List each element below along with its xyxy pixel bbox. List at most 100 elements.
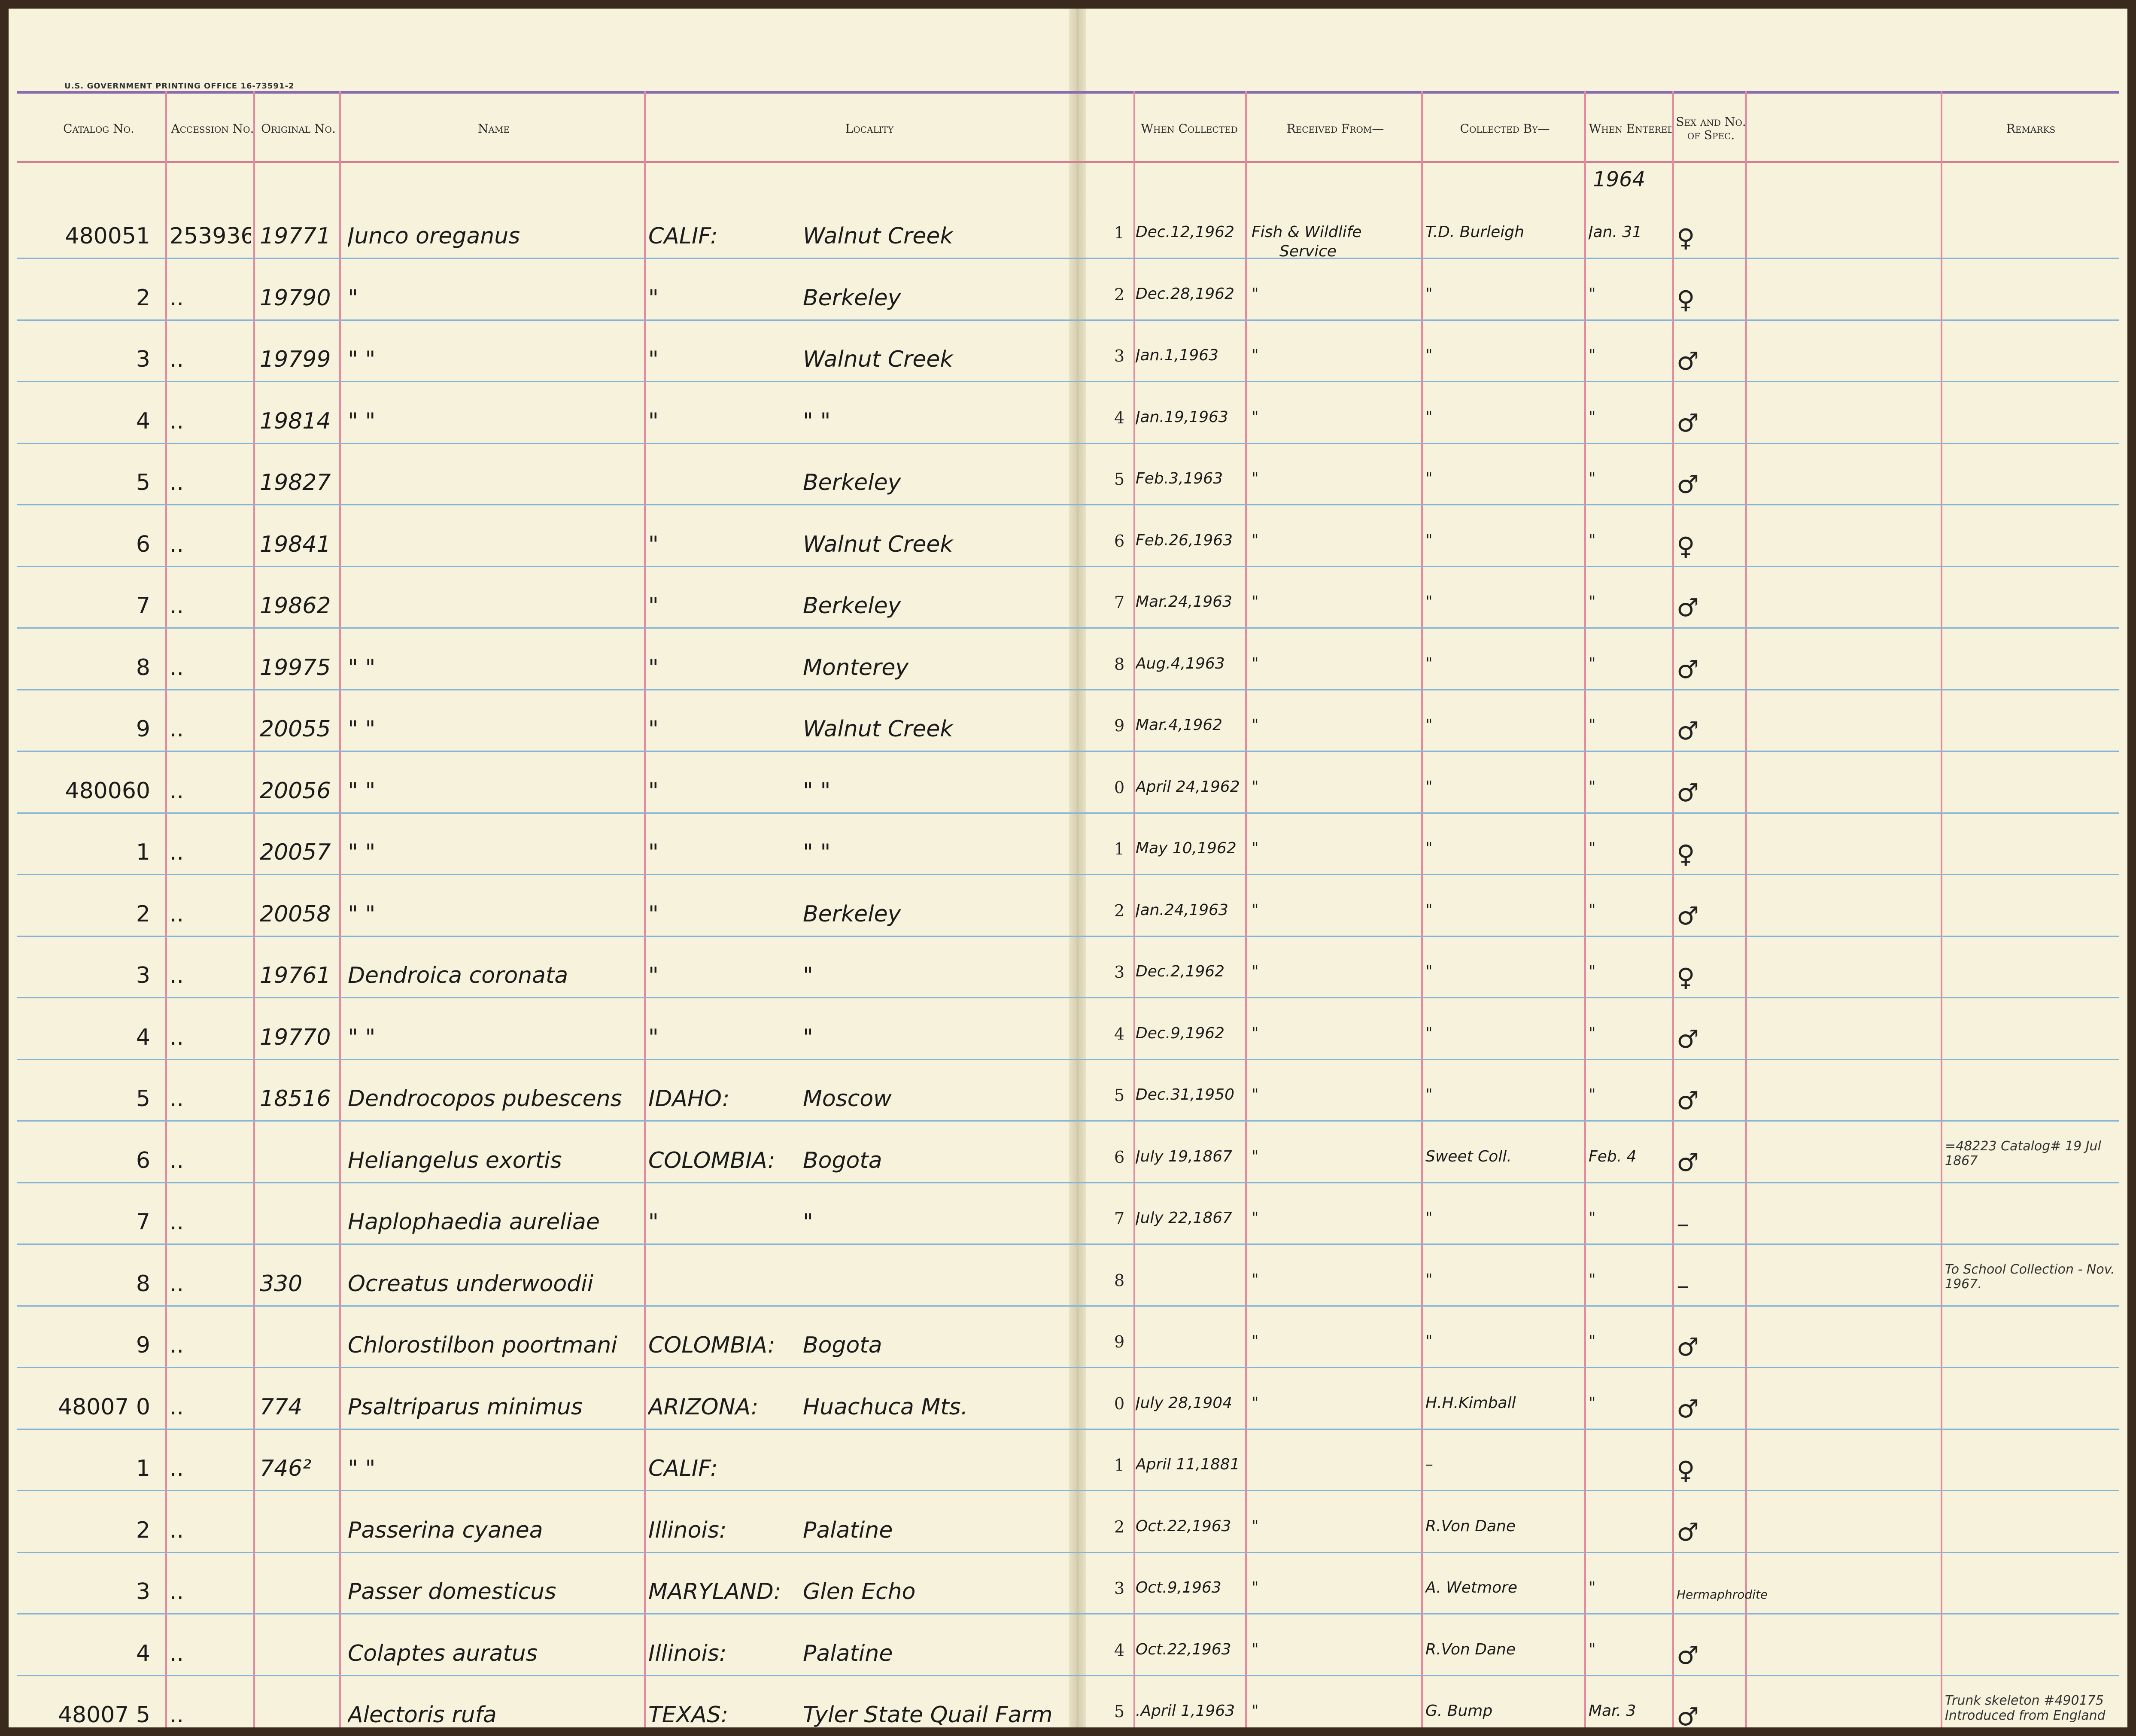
collected-by-cell: " xyxy=(1425,531,1433,549)
catalog-no-cell: 1 xyxy=(136,1456,150,1481)
row-rule xyxy=(17,689,2119,690)
collected-by-cell: " xyxy=(1425,1209,1433,1227)
collected-by-cell: " xyxy=(1425,1271,1433,1289)
when-collected-cell: Dec.2,1962 xyxy=(1136,963,1225,980)
original-no-cell: 20058 xyxy=(260,901,331,927)
row-digit: 8 xyxy=(1114,1271,1125,1290)
catalog-no-cell: 6 xyxy=(136,531,150,557)
locality-place-cell: Bogota xyxy=(803,1147,882,1174)
catalog-no-cell: 4 xyxy=(136,408,150,434)
remarks-cell: To School Collection - Nov. 1967. xyxy=(1945,1262,2115,1292)
year-entered: 1964 xyxy=(1593,167,1646,192)
original-no-cell: 20056 xyxy=(260,778,331,804)
locality-region-cell: " xyxy=(648,654,659,681)
row-digit: 2 xyxy=(1114,285,1125,304)
when-entered-cell: Feb. 4 xyxy=(1589,1147,1637,1165)
locality-place-cell: " xyxy=(803,963,813,988)
sex-spec-cell: ♂ xyxy=(1677,654,1699,684)
species-name-cell: " " xyxy=(348,778,376,804)
species-name-cell: Dendroica coronata xyxy=(348,963,568,988)
locality-region-cell: COLOMBIA: xyxy=(648,1332,775,1358)
column-rule xyxy=(165,91,167,1727)
when-collected-cell: April 24,1962 xyxy=(1136,778,1240,796)
row-digit: 0 xyxy=(1114,1394,1125,1413)
sex-spec-cell: ♀ xyxy=(1677,223,1695,252)
original-no-cell: 19771 xyxy=(260,223,331,249)
row-digit: 3 xyxy=(1114,1579,1125,1598)
received-from-cell: " xyxy=(1252,778,1259,796)
row-digit: 7 xyxy=(1114,593,1125,612)
locality-region-cell: TEXAS: xyxy=(648,1702,729,1727)
row-rule xyxy=(17,935,2119,937)
collected-by-cell: " xyxy=(1425,1332,1433,1350)
received-from-cell: " xyxy=(1252,901,1259,919)
accession-no-cell: .. xyxy=(170,1086,184,1112)
when-collected-cell: Mar.24,1963 xyxy=(1136,593,1232,611)
column-rule xyxy=(1745,91,1747,1727)
header-collected-by: Collected By— xyxy=(1460,121,1550,136)
catalog-no-cell: 4 xyxy=(136,1640,150,1666)
locality-place-cell: Berkeley xyxy=(803,285,901,311)
collected-by-cell: " xyxy=(1425,347,1433,364)
species-name-cell: Heliangelus exortis xyxy=(348,1147,562,1174)
catalog-no-cell: 480060 xyxy=(65,778,150,804)
when-collected-cell: Oct.22,1963 xyxy=(1136,1517,1231,1535)
collected-by-cell: G. Bump xyxy=(1425,1702,1493,1720)
locality-place-cell: Walnut Creek xyxy=(803,223,953,249)
collected-by-cell: Sweet Coll. xyxy=(1425,1147,1512,1165)
header-original-no: Original No. xyxy=(261,121,336,136)
collected-by-cell: " xyxy=(1425,963,1433,980)
book-spine xyxy=(1069,9,1086,1727)
catalog-no-cell: 1 xyxy=(136,839,150,865)
accession-no-cell: .. xyxy=(170,963,184,988)
row-rule xyxy=(17,1490,2119,1491)
species-name-cell: " " xyxy=(348,1456,376,1481)
received-from-cell: " xyxy=(1252,470,1259,487)
catalog-no-cell: 3 xyxy=(136,963,150,988)
when-collected-cell: Dec.31,1950 xyxy=(1136,1086,1234,1104)
accession-no-cell: .. xyxy=(170,1456,184,1481)
catalog-no-cell: 2 xyxy=(136,901,150,927)
when-collected-cell: Mar.4,1962 xyxy=(1136,716,1223,734)
when-collected-cell: Jan.19,1963 xyxy=(1136,408,1228,426)
when-entered-cell: " xyxy=(1589,1086,1596,1104)
row-digit: 3 xyxy=(1114,347,1125,365)
locality-region-cell: " xyxy=(648,963,659,988)
species-name-cell: Colaptes auratus xyxy=(348,1640,538,1666)
sex-spec-cell: ♀ xyxy=(1677,839,1695,869)
original-no-cell: 19827 xyxy=(260,470,331,496)
row-rule xyxy=(17,1120,2119,1122)
species-name-cell: " " xyxy=(348,408,376,434)
when-entered-cell: " xyxy=(1589,593,1596,611)
received-from-cell: " xyxy=(1252,1271,1259,1289)
species-name-cell: " " xyxy=(348,901,376,927)
row-rule xyxy=(17,812,2119,814)
species-name-cell: Junco oreganus xyxy=(348,223,520,249)
sex-spec-cell: ♂ xyxy=(1677,470,1699,499)
received-from-cell: " xyxy=(1252,1024,1259,1042)
catalog-no-cell: 5 xyxy=(136,1086,150,1112)
species-name-cell: " " xyxy=(348,654,376,681)
received-from-cell: " xyxy=(1252,347,1259,364)
row-rule xyxy=(17,1305,2119,1307)
ledger-book: U.S. GOVERNMENT PRINTING OFFICE 16-73591… xyxy=(9,9,2127,1727)
row-rule xyxy=(17,874,2119,875)
row-digit: 1 xyxy=(1114,839,1125,858)
when-collected-cell: Aug.4,1963 xyxy=(1136,654,1225,672)
sex-spec-cell: Hermaphrodite xyxy=(1677,1587,1768,1602)
when-entered-cell: " xyxy=(1589,408,1596,426)
original-no-cell: 19770 xyxy=(260,1024,331,1050)
column-rule xyxy=(253,91,255,1727)
species-name-cell: Passer domesticus xyxy=(348,1579,556,1605)
locality-region-cell: " xyxy=(648,285,659,311)
catalog-no-cell: 2 xyxy=(136,285,150,311)
locality-place-cell: Huachuca Mts. xyxy=(803,1394,968,1420)
accession-no-cell: .. xyxy=(170,1209,184,1235)
sex-spec-cell: ♂ xyxy=(1677,1147,1699,1177)
when-collected-cell: May 10,1962 xyxy=(1136,839,1237,857)
locality-region-cell: IDAHO: xyxy=(648,1086,730,1112)
sex-spec-cell: ♂ xyxy=(1677,1640,1699,1670)
species-name-cell: " " xyxy=(348,347,376,372)
when-entered-cell: " xyxy=(1589,470,1596,487)
column-rule xyxy=(1941,91,1942,1727)
